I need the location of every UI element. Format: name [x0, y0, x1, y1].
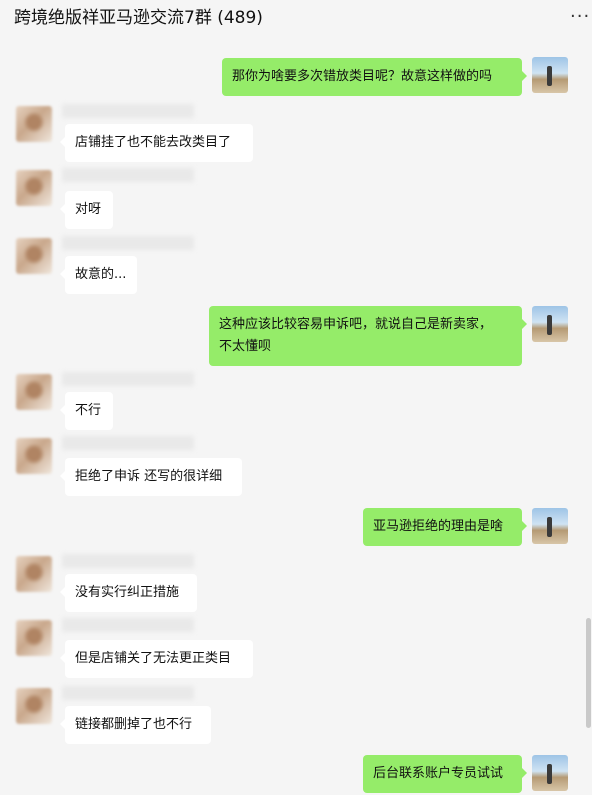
self-avatar[interactable]: [532, 508, 568, 544]
chat-header: 跨境绝版祥亚马逊交流7群 (489) ···: [0, 0, 592, 40]
message-bubble[interactable]: 但是店铺关了无法更正类目: [60, 640, 253, 678]
avatar[interactable]: [16, 556, 52, 592]
self-avatar[interactable]: [532, 306, 568, 342]
sender-nickname: [62, 554, 194, 568]
ellipsis-icon[interactable]: ···: [570, 6, 590, 27]
sender-nickname: [62, 618, 194, 632]
message-bubble[interactable]: 亚马逊拒绝的理由是啥: [363, 508, 527, 546]
scrollbar-thumb[interactable]: [586, 618, 591, 728]
message-bubble[interactable]: 对呀: [60, 191, 113, 229]
sender-nickname: [62, 236, 194, 250]
avatar[interactable]: [16, 374, 52, 410]
message-bubble[interactable]: 店铺挂了也不能去改类目了: [60, 124, 253, 162]
sender-nickname: [62, 686, 194, 700]
message-bubble[interactable]: 没有实行纠正措施: [60, 574, 197, 612]
self-avatar[interactable]: [532, 755, 568, 791]
message-bubble[interactable]: 链接都删掉了也不行: [60, 706, 211, 744]
avatar[interactable]: [16, 438, 52, 474]
avatar[interactable]: [16, 238, 52, 274]
message-bubble[interactable]: 那你为啥要多次错放类目呢？故意这样做的吗: [222, 58, 527, 96]
message-list: 那你为啥要多次错放类目呢？故意这样做的吗 店铺挂了也不能去改类目了 对呀 故意的…: [0, 40, 592, 795]
sender-nickname: [62, 104, 194, 118]
sender-nickname: [62, 372, 194, 386]
sender-nickname: [62, 168, 194, 182]
avatar[interactable]: [16, 106, 52, 142]
message-bubble[interactable]: 故意的...: [60, 256, 137, 294]
message-bubble[interactable]: 不行: [60, 392, 113, 430]
message-bubble[interactable]: 后台联系账户专员试试: [363, 755, 527, 793]
avatar[interactable]: [16, 688, 52, 724]
avatar[interactable]: [16, 620, 52, 656]
sender-nickname: [62, 436, 194, 450]
self-avatar[interactable]: [532, 57, 568, 93]
chat-title: 跨境绝版祥亚马逊交流7群 (489): [14, 8, 263, 28]
avatar[interactable]: [16, 170, 52, 206]
message-bubble[interactable]: 拒绝了申诉 还写的很详细: [60, 458, 242, 496]
message-bubble[interactable]: 这种应该比较容易申诉吧，就说自己是新卖家， 不太懂呗: [209, 306, 527, 366]
